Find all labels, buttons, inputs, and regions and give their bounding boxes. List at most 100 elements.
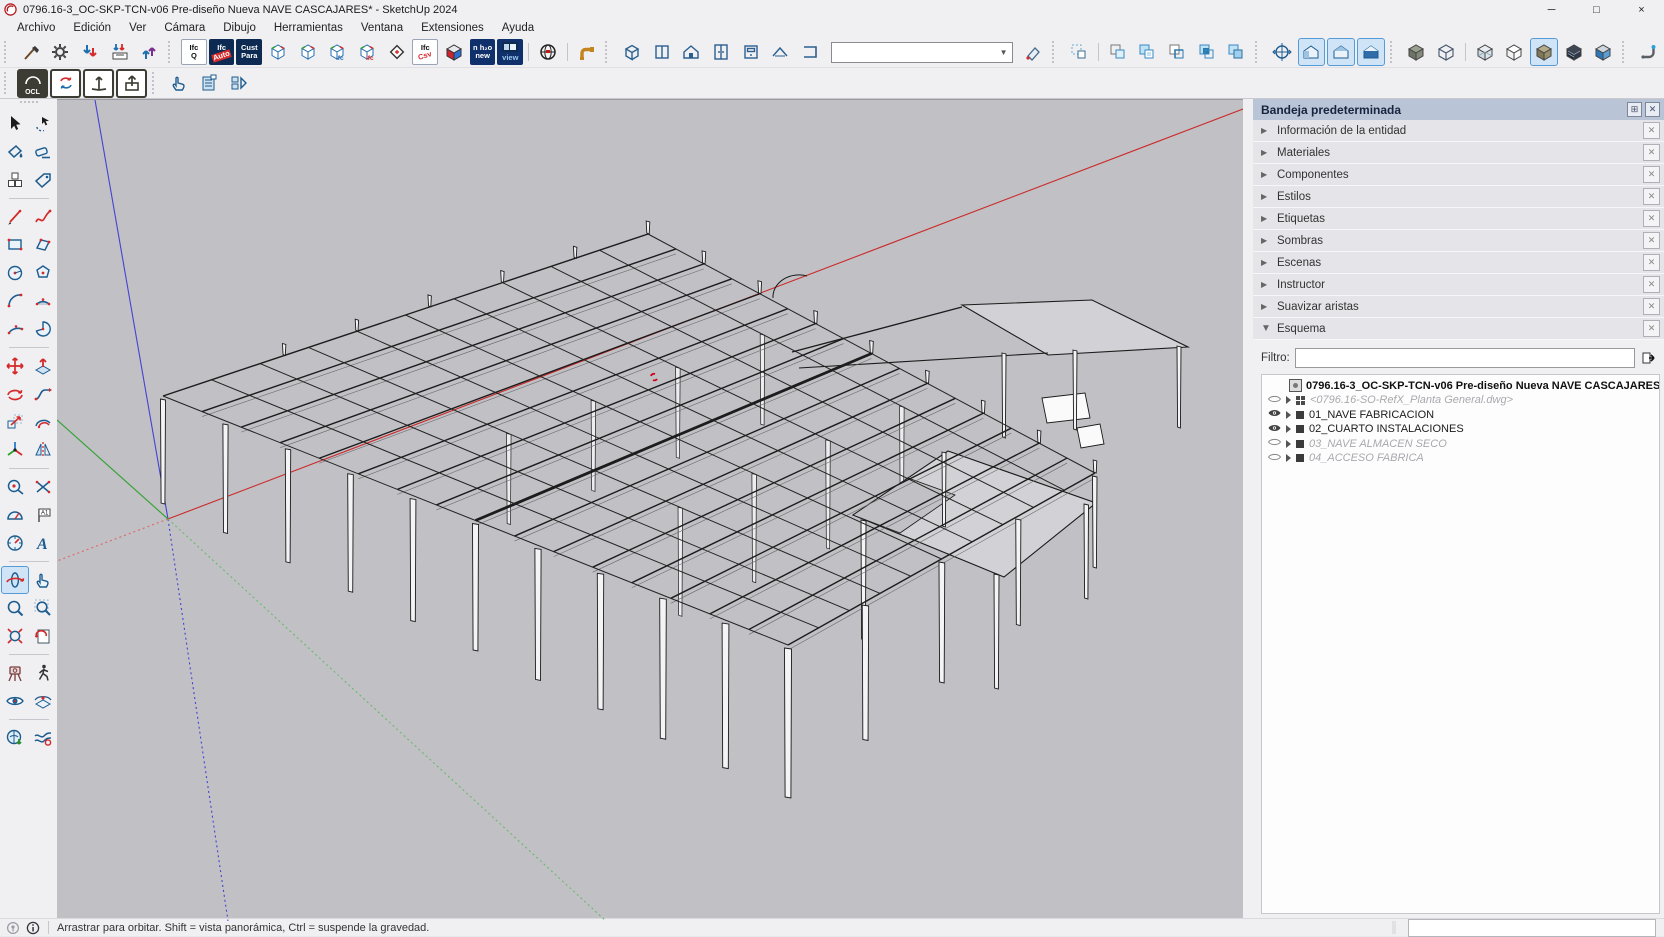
previous-view-tool[interactable] <box>29 622 57 650</box>
style-wireframe[interactable] <box>1432 38 1460 66</box>
minimize-button[interactable]: ─ <box>1529 0 1574 19</box>
nh2o-plugin[interactable]: n h₂onew <box>470 39 496 65</box>
share-upload[interactable] <box>116 69 147 98</box>
overlap-split[interactable] <box>1193 38 1221 66</box>
arc-tool[interactable] <box>1 287 29 315</box>
three-point-arc-tool[interactable] <box>1 315 29 343</box>
orbit-tool[interactable] <box>1 566 29 594</box>
hand-pick[interactable] <box>165 69 193 97</box>
outliner-root-item[interactable]: 0796.16-3_OC-SKP-TCN-v06 Pre-diseño Nuev… <box>1289 378 1659 393</box>
close-button[interactable]: × <box>1619 0 1664 19</box>
axes-star-tool[interactable] <box>1 436 29 464</box>
3d-model-canvas[interactable] <box>57 100 1243 921</box>
pipe-tool[interactable] <box>573 38 601 66</box>
classify-box-1[interactable] <box>264 38 292 66</box>
move-tool[interactable] <box>1 352 29 380</box>
zoom-tool[interactable] <box>1 594 29 622</box>
menu-edicion[interactable]: Edición <box>64 22 120 34</box>
section-close-icon[interactable]: ✕ <box>1643 188 1660 205</box>
menu-dibujo[interactable]: Dibujo <box>214 22 265 34</box>
style-hidden-line[interactable] <box>1500 38 1528 66</box>
overlap-trim[interactable] <box>1163 38 1191 66</box>
overlap-union[interactable] <box>1104 38 1132 66</box>
ocl-tool[interactable]: OCL <box>17 69 48 98</box>
zoom-extents-tool[interactable] <box>1 622 29 650</box>
eye-closed-icon[interactable] <box>1268 394 1282 407</box>
filter-input[interactable] <box>1295 348 1635 368</box>
look-around-tool[interactable] <box>1 687 29 715</box>
menu-herramientas[interactable]: Herramientas <box>265 22 352 34</box>
section-escenas[interactable]: ▶Escenas✕ <box>1253 252 1664 274</box>
expand-arrow-icon[interactable] <box>1286 440 1291 448</box>
eye-closed-icon[interactable] <box>1268 437 1282 450</box>
section-sombras[interactable]: ▶Sombras✕ <box>1253 230 1664 252</box>
export-up[interactable] <box>136 38 164 66</box>
dimension-tool[interactable] <box>29 473 57 501</box>
axes-tool[interactable] <box>1 529 29 557</box>
outline-window[interactable] <box>648 38 676 66</box>
menu-camara[interactable]: Cámara <box>155 22 214 34</box>
protractor-tool[interactable] <box>1 501 29 529</box>
section-suavizar-aristas[interactable]: ▶Suavizar aristas✕ <box>1253 296 1664 318</box>
ifc-box-blue[interactable]: ifc <box>323 38 351 66</box>
freehand-tool[interactable] <box>29 203 57 231</box>
view-plugin[interactable]: view <box>497 39 523 65</box>
expand-arrow-icon[interactable] <box>1286 411 1291 419</box>
menu-extensiones[interactable]: Extensiones <box>412 22 493 34</box>
rectangle-tool[interactable] <box>1 231 29 259</box>
diamond-classifier[interactable] <box>383 38 411 66</box>
outliner-item[interactable]: 04_ACCESO FABRICA <box>1262 451 1659 466</box>
tray-pin-icon[interactable]: ⊞ <box>1627 102 1642 117</box>
push-pull-tool[interactable] <box>29 352 57 380</box>
eye-open-icon[interactable] <box>1268 408 1282 421</box>
ifc-csv-plugin[interactable]: IfcCsv <box>412 39 438 65</box>
section-close-icon[interactable]: ✕ <box>1643 254 1660 271</box>
rotated-rectangle-tool[interactable] <box>29 231 57 259</box>
geolocation-tool[interactable] <box>1 724 29 752</box>
cleanup-broom[interactable] <box>17 38 45 66</box>
tag-tool[interactable] <box>29 166 57 194</box>
section-esquema[interactable]: ▼ Esquema ✕ <box>1253 318 1664 340</box>
axes-arrows[interactable] <box>83 69 114 98</box>
style-xray[interactable] <box>1471 38 1499 66</box>
flip-tool[interactable] <box>29 436 57 464</box>
tape-measure-tool[interactable] <box>1 473 29 501</box>
entity-type-combobox[interactable]: ▼ <box>831 42 1013 63</box>
position-camera-tool[interactable] <box>1 659 29 687</box>
section-materiales[interactable]: ▶Materiales✕ <box>1253 142 1664 164</box>
outline-box[interactable] <box>618 38 646 66</box>
rotate-tool[interactable] <box>1 380 29 408</box>
outliner-item[interactable]: 01_NAVE FABRICACION <box>1262 408 1659 423</box>
section-close-icon[interactable]: ✕ <box>1643 144 1660 161</box>
keyboard-shortcuts[interactable] <box>106 38 134 66</box>
ifc-quantity-plugin[interactable]: IfcQ <box>181 39 207 65</box>
smoove-tool[interactable] <box>29 724 57 752</box>
face-style-house-1[interactable] <box>1298 38 1326 66</box>
outliner-item[interactable]: 03_NAVE ALMACEN SECO <box>1262 437 1659 452</box>
globe-alarm[interactable] <box>534 38 562 66</box>
style-textured[interactable] <box>1560 38 1588 66</box>
section-close-icon[interactable]: ✕ <box>1643 320 1660 337</box>
style-back-edges[interactable] <box>1403 38 1431 66</box>
select-dashed[interactable] <box>1065 38 1093 66</box>
section-estilos[interactable]: ▶Estilos✕ <box>1253 186 1664 208</box>
outliner-item[interactable]: 02_CUARTO INSTALACIONES <box>1262 422 1659 437</box>
paint-bucket-tool[interactable] <box>1 138 29 166</box>
measurements-box[interactable] <box>1408 919 1656 937</box>
style-monochrome[interactable] <box>1589 38 1617 66</box>
eye-closed-icon[interactable] <box>1268 452 1282 465</box>
scale-tool[interactable] <box>1 408 29 436</box>
report-list[interactable] <box>195 69 223 97</box>
outline-drawer[interactable] <box>737 38 765 66</box>
overlap-subtract[interactable] <box>1133 38 1161 66</box>
text-tool[interactable]: A1 <box>29 501 57 529</box>
face-style-house-3[interactable] <box>1357 38 1385 66</box>
select-tool[interactable] <box>1 110 29 138</box>
lasso-tool[interactable] <box>29 110 57 138</box>
follow-me-tool[interactable] <box>29 380 57 408</box>
pan-tool[interactable] <box>29 566 57 594</box>
section-informacio-n-de-la-entidad[interactable]: ▶Información de la entidad✕ <box>1253 120 1664 142</box>
outline-rect[interactable] <box>796 38 824 66</box>
filter-options-icon[interactable] <box>1640 349 1658 367</box>
two-point-arc-tool[interactable] <box>29 287 57 315</box>
